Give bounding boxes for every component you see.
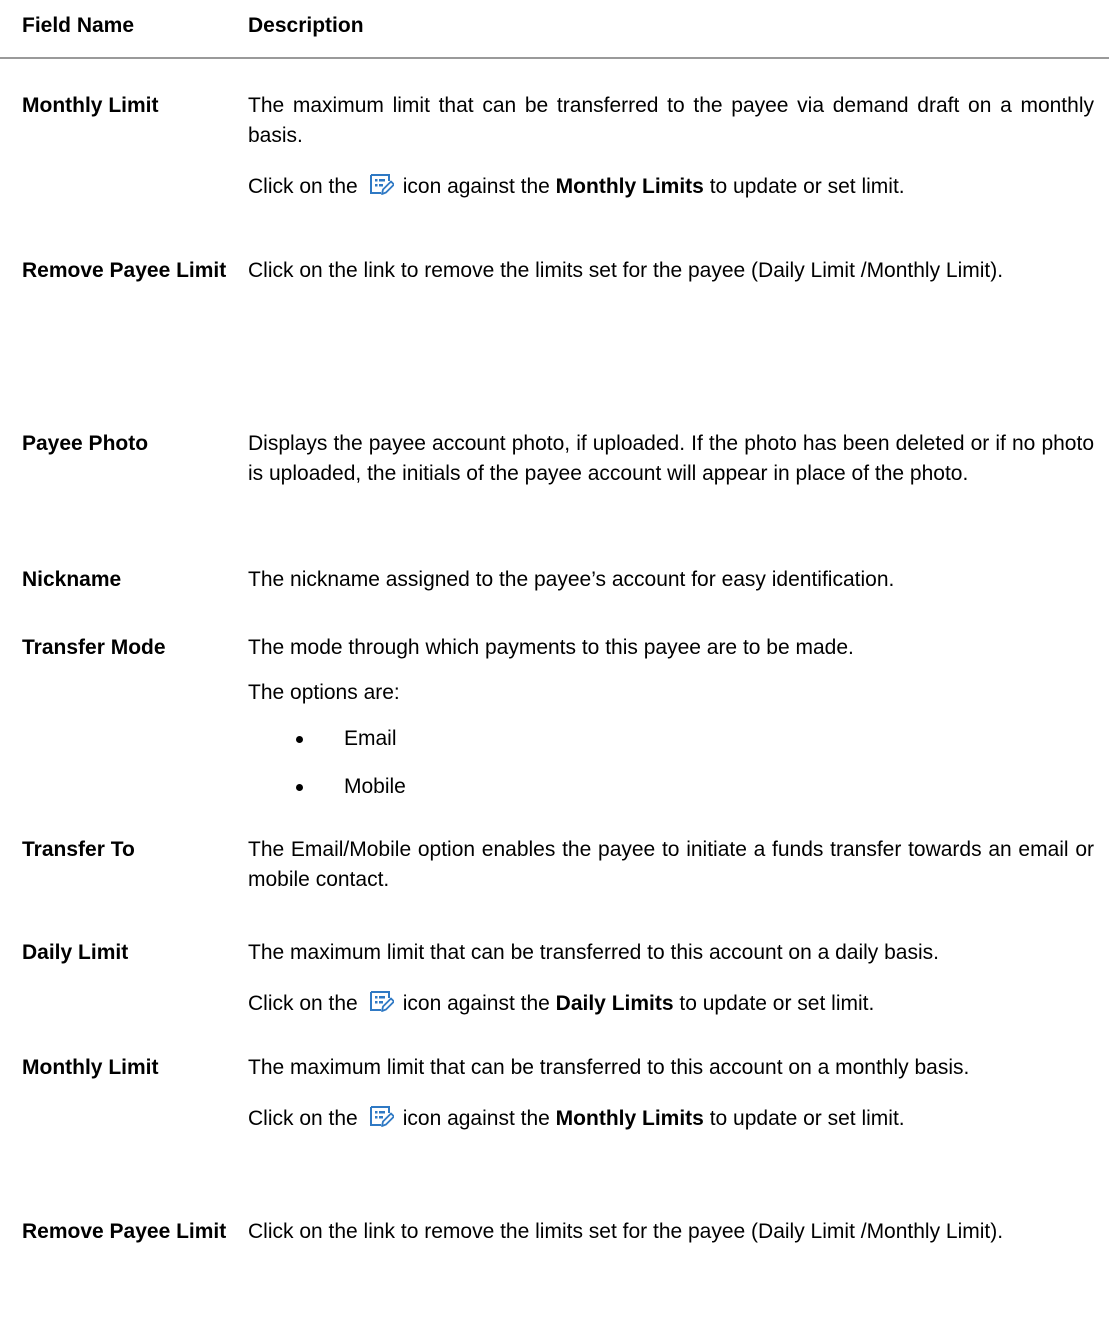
field-description: Click on the link to remove the limits s… xyxy=(248,256,1094,286)
description-text: The mode through which payments to this … xyxy=(248,636,854,659)
field-name: Remove Payee Limit xyxy=(22,1220,227,1243)
list-item: Mobile xyxy=(248,772,1094,802)
column-header-field-name: Field Name xyxy=(22,14,135,37)
action-text: Click on the icon against the Monthly Lim… xyxy=(248,170,1094,202)
field-description: Displays the payee account photo, if upl… xyxy=(248,429,1094,489)
list-item: Email xyxy=(248,724,1094,754)
edit-limit-icon[interactable] xyxy=(368,1102,394,1128)
field-name: Monthly Limit xyxy=(22,94,159,117)
options-label: The options are: xyxy=(248,681,400,704)
field-description: The nickname assigned to the payee’s acc… xyxy=(248,565,1094,595)
options-list: Email Mobile xyxy=(248,724,1094,802)
description-text: The Email/Mobile option enables the paye… xyxy=(248,838,1094,891)
field-name: Payee Photo xyxy=(22,432,149,455)
field-description: The maximum limit that can be transferre… xyxy=(248,938,1094,1019)
field-description: The maximum limit that can be transferre… xyxy=(248,91,1094,202)
description-text: The maximum limit that can be transferre… xyxy=(248,1056,970,1079)
description-text: The maximum limit that can be transferre… xyxy=(248,941,939,964)
field-description: The maximum limit that can be transferre… xyxy=(248,1053,1094,1134)
table-header: Field Name Description xyxy=(0,0,1109,56)
field-description: Click on the link to remove the limits s… xyxy=(248,1217,1094,1247)
description-text: Click on the link to remove the limits s… xyxy=(248,1220,1004,1243)
description-text: The nickname assigned to the payee’s acc… xyxy=(248,568,895,591)
field-name: Nickname xyxy=(22,568,122,591)
action-text: Click on the icon against the Monthly Lim… xyxy=(248,1102,1094,1134)
description-text: The maximum limit that can be transferre… xyxy=(248,94,1094,147)
field-description: The Email/Mobile option enables the paye… xyxy=(248,835,1094,895)
field-name: Monthly Limit xyxy=(22,1056,159,1079)
description-text: Displays the payee account photo, if upl… xyxy=(248,432,1094,485)
field-name: Transfer Mode xyxy=(22,636,166,659)
field-name: Remove Payee Limit xyxy=(22,259,227,282)
header-divider xyxy=(0,57,1109,59)
description-text: Click on the link to remove the limits s… xyxy=(248,259,1004,282)
column-header-description: Description xyxy=(248,14,364,37)
edit-limit-icon[interactable] xyxy=(368,987,394,1013)
action-text: Click on the icon against the Daily Limit… xyxy=(248,987,1094,1019)
field-name: Daily Limit xyxy=(22,941,129,964)
field-name: Transfer To xyxy=(22,838,135,861)
field-description: The mode through which payments to this … xyxy=(248,633,1094,802)
edit-limit-icon[interactable] xyxy=(368,170,394,196)
